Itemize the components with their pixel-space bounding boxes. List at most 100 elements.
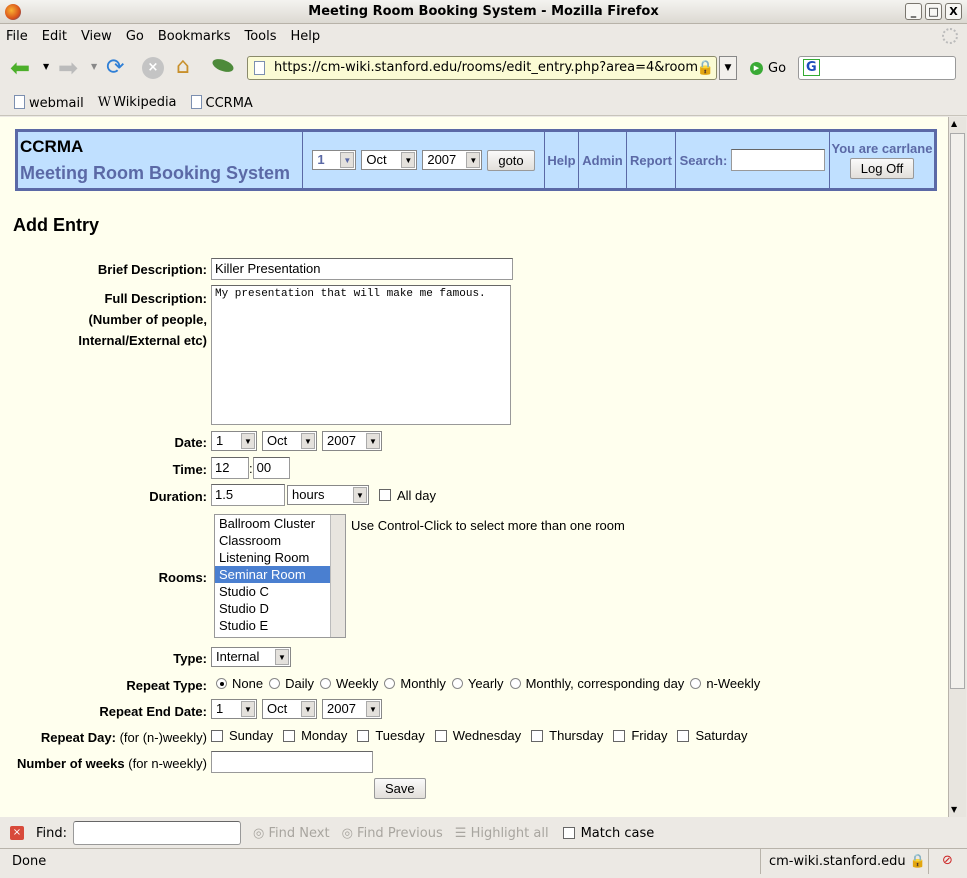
header-month-select[interactable]: Oct ▼ [361,150,418,170]
bookmark-webmail[interactable]: webmail [14,94,84,111]
header-year-select[interactable]: 2007 ▼ [422,150,483,170]
search-engine-box[interactable]: G [798,56,956,80]
save-button[interactable]: Save [374,778,426,799]
repeat-day-checkbox[interactable] [434,729,447,742]
chevron-down-icon: ▼ [340,152,355,168]
repeat-day-checkbox[interactable] [613,729,626,742]
duration-input[interactable]: 1.5 [211,484,285,506]
back-dropdown-icon[interactable]: ▼ [43,62,49,71]
url-history-dropdown[interactable]: ▼ [719,56,737,80]
number-of-weeks-input[interactable] [211,751,373,773]
duration-label: Duration: [149,489,207,504]
close-window-button[interactable]: X [945,3,962,20]
bookmark-wikipedia[interactable]: W Wikipedia [98,95,177,110]
minimize-button[interactable]: _ [905,3,922,20]
repeat-type-radio[interactable] [319,678,331,689]
room-option[interactable]: Studio D [215,600,331,617]
repeat-type-radio[interactable] [269,678,281,689]
room-option[interactable]: Listening Room [215,549,331,566]
full-description-textarea[interactable]: My presentation that will make me famous… [211,285,511,425]
repeat-day-checkbox[interactable] [357,729,370,742]
menu-view[interactable]: View [81,29,112,44]
log-off-button[interactable]: Log Off [849,158,915,179]
match-case-checkbox[interactable] [562,827,575,839]
menu-help[interactable]: Help [291,29,321,44]
date-month-select[interactable]: Oct ▼ [262,431,317,451]
room-option[interactable]: Classroom [215,532,331,549]
forward-arrow-icon[interactable]: ➡ [58,56,78,80]
room-option[interactable]: Ballroom Cluster [215,515,331,532]
repeat-day-checkbox[interactable] [283,729,296,742]
header-user-cell: You are carrlane Log Off [830,132,934,188]
repeat-type-radio[interactable] [690,678,702,689]
duration-unit-select[interactable]: hours ▼ [287,485,369,505]
repeat-type-label-2: Weekly [335,676,379,691]
back-arrow-icon[interactable]: ⬅ [10,56,30,80]
end-year-select[interactable]: 2007 ▼ [322,699,382,719]
go-icon[interactable]: ▶ [750,62,763,75]
goto-button[interactable]: goto [487,149,535,171]
header-day-select[interactable]: 1 ▼ [312,150,357,170]
menu-edit[interactable]: Edit [42,29,67,44]
type-select[interactable]: Internal ▼ [211,647,291,667]
stop-icon[interactable]: × [142,57,164,79]
room-option[interactable]: Seminar Room [215,566,331,583]
menu-bookmarks[interactable]: Bookmarks [158,29,231,44]
date-year-select[interactable]: 2007 ▼ [322,431,382,451]
repeat-day-checkbox[interactable] [531,729,544,742]
find-next-button[interactable]: ◎ Find Next [253,826,330,841]
reload-icon[interactable]: ⟳ [106,55,124,80]
repeat-type-radio[interactable] [384,678,396,689]
date-day-select[interactable]: 1 ▼ [211,431,257,451]
repeat-type-radio[interactable] [509,678,521,689]
menu-tools[interactable]: Tools [244,29,276,44]
brief-description-label: Brief Description: [97,262,207,277]
menu-file[interactable]: File [6,29,28,44]
room-option[interactable]: Studio E [215,617,331,634]
repeat-day-checkbox[interactable] [211,729,223,742]
rooms-listbox[interactable]: Ballroom Cluster Classroom Listening Room S… [214,514,346,638]
search-input[interactable] [731,149,826,171]
match-case-label: Match case [580,825,655,841]
time-minute-input[interactable]: 00 [252,457,290,479]
help-link[interactable]: Help [545,132,579,188]
chevron-down-icon: ▼ [401,152,416,168]
url-bar[interactable]: https://cm-wiki.stanford.edu/rooms/edit_… [247,56,717,80]
page-icon [14,94,25,109]
menu-go[interactable]: Go [126,29,144,44]
header-search-cell: Search: [676,132,830,188]
report-link[interactable]: Report [627,132,676,188]
time-hour-input[interactable]: 12 [211,457,249,479]
end-day-select[interactable]: 1 ▼ [211,699,257,719]
status-host: cm-wiki.stanford.edu 🔒 [760,849,934,874]
scrollbar-thumb[interactable] [950,133,965,689]
bookmark-ccrma[interactable]: CCRMA [190,94,253,111]
find-input[interactable] [73,821,242,845]
repeat-day-label-5: Friday [631,728,668,743]
admin-link[interactable]: Admin [579,132,627,188]
rooms-scrollbar[interactable] [330,515,345,637]
close-find-bar-icon[interactable]: × [10,826,24,840]
forward-dropdown-icon[interactable]: ▼ [91,62,97,71]
repeat-type-radio[interactable] [451,678,463,689]
user-text: You are carrlane [831,141,933,156]
search-label: Search: [679,152,728,168]
leaf-icon [210,56,236,75]
go-button[interactable]: Go [768,61,786,76]
google-icon[interactable]: G [803,59,820,76]
repeat-type-label-3: Monthly [400,676,446,691]
scroll-down-icon[interactable]: ▼ [951,805,957,814]
highlight-all-button[interactable]: ☰ Highlight all [455,826,549,841]
room-option[interactable]: Studio C [215,583,331,600]
repeat-day-checkbox[interactable] [677,729,690,742]
brief-description-input[interactable]: Killer Presentation [211,258,513,280]
page-scrollbar[interactable]: ▲ ▼ [948,117,966,817]
end-month-select[interactable]: Oct ▼ [262,699,317,719]
repeat-type-radio[interactable] [216,678,227,689]
scroll-up-icon[interactable]: ▲ [951,119,957,128]
maximize-button[interactable]: □ [925,3,942,20]
all-day-checkbox[interactable] [379,489,391,501]
home-icon[interactable]: ⌂ [176,54,190,79]
blocked-popup-icon[interactable]: ⊘ [928,849,966,874]
find-previous-button[interactable]: ◎ Find Previous [342,826,443,841]
